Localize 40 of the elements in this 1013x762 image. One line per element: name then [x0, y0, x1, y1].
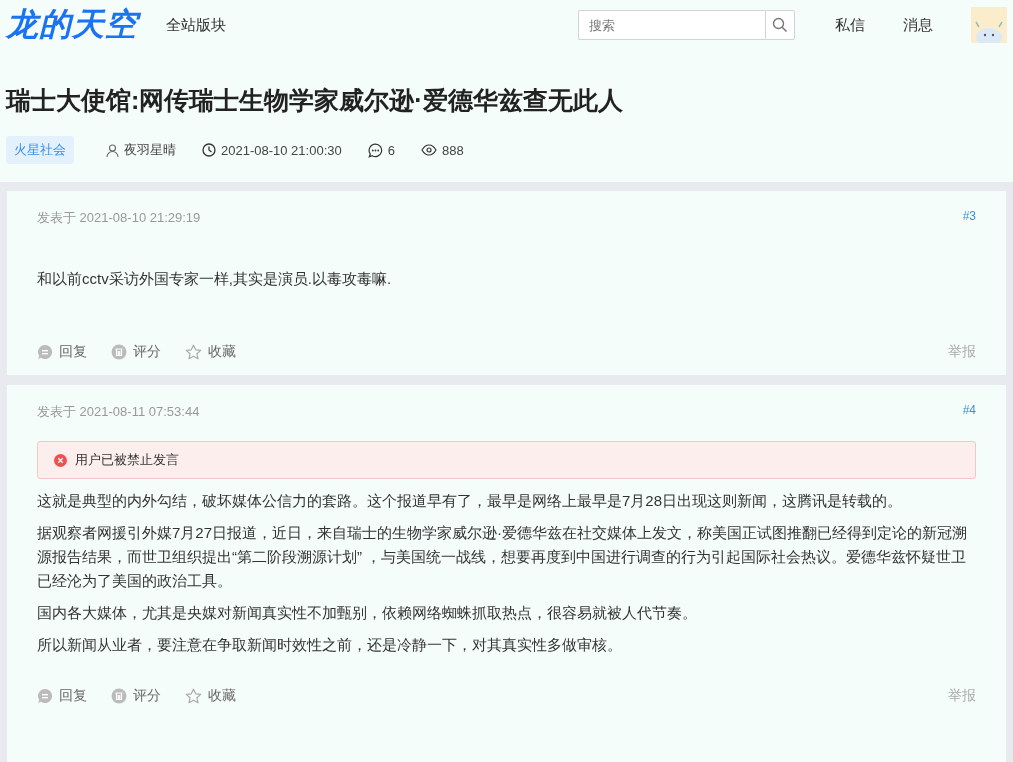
post-paragraph: 这就是典型的内外勾结，破坏媒体公信力的套路。这个报道早有了，最早是网络上最早是7月28日出现这则新闻，这腾讯是转载的。	[37, 491, 904, 511]
star-icon	[185, 343, 202, 361]
site-logo[interactable]: 龙的天空	[6, 3, 166, 47]
floor-link[interactable]: #4	[962, 403, 976, 421]
star-icon	[185, 687, 202, 705]
forum-tag[interactable]: 火星社会	[6, 136, 74, 164]
coin-icon	[111, 344, 127, 360]
post-paragraph: 和以前cctv采访外国专家一样,其实是演员.以毒攻毒嘛.	[37, 269, 393, 289]
post-paragraph: 据观察者网援引外媒7月27日报道，近日，来自瑞士的生物学家威尔逊·爱德华兹在社交媒体上发文，称美国正试图推翻已经得到定论的新冠溯源报告结果，而世卫组织提出“第二阶段溯源计划” ，与美国统一战线，想要再度到中国进行调查的行为引起国际社会热议。爱德华兹怀疑世卫已经沦为了美国的政治工具。	[37, 523, 969, 591]
clock-icon	[202, 143, 216, 157]
action-link[interactable]: 评分	[111, 687, 161, 705]
search-button[interactable]	[765, 10, 795, 40]
view-count: 888	[441, 142, 464, 158]
speech-bubble-icon	[37, 344, 53, 360]
post-paragraph: 国内各大媒体，尤其是央媒对新闻真实性不加甄别，依赖网络蜘蛛抓取热点，很容易就被人代节奏。	[37, 603, 698, 623]
floor-link[interactable]: #3	[962, 209, 976, 227]
post-date: 发表于 2021-08-11 07:53:44	[37, 403, 200, 421]
user-icon	[106, 143, 119, 157]
header-link[interactable]: 消息	[903, 15, 933, 35]
header-link[interactable]: 私信	[835, 15, 865, 35]
post-date: 发表于 2021-08-10 21:29:19	[37, 209, 201, 227]
eye-icon	[420, 144, 437, 156]
author-name[interactable]: 夜羽星晴	[124, 141, 176, 159]
coin-icon	[111, 688, 127, 704]
search-icon	[772, 17, 788, 33]
action-link[interactable]: 收藏	[185, 687, 236, 705]
thread-title: 瑞士大使馆:网传瑞士生物学家威尔逊·爱德华兹查无此人	[4, 85, 624, 116]
post-time: 2021-08-10 21:00:30	[221, 142, 342, 158]
comment-icon	[367, 142, 383, 158]
action-link[interactable]: 收藏	[185, 343, 236, 361]
action-link[interactable]: 回复	[37, 343, 87, 361]
speech-bubble-icon	[37, 688, 53, 704]
action-link[interactable]: 回复	[37, 687, 87, 705]
action-link[interactable]: 评分	[111, 343, 161, 361]
nav-link[interactable]: 全站版块	[166, 15, 226, 35]
post-paragraph: 所以新闻从业者，要注意在争取新闻时效性之前，还是冷静一下，对其真实性多做审核。	[37, 635, 623, 655]
error-icon	[54, 453, 67, 467]
search-field[interactable]: 搜索	[578, 10, 765, 40]
alert-text: 用户已被禁止发言	[75, 451, 179, 469]
comment-count: 6	[387, 142, 395, 158]
